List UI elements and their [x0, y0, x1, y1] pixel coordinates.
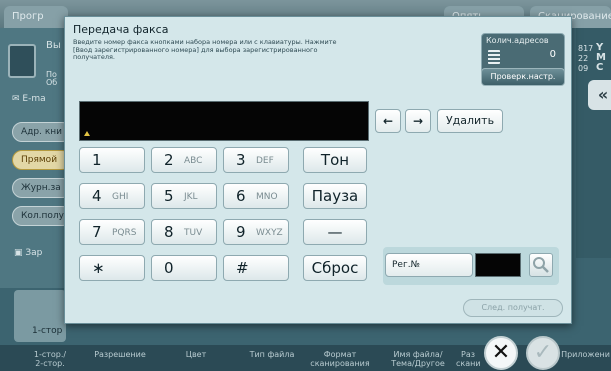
counter-2: 22 [578, 54, 589, 63]
pause-button[interactable]: Пауза [303, 183, 367, 209]
tab-programs[interactable]: Прогр [4, 6, 68, 28]
address-count-value: 0 [549, 49, 556, 60]
key-digit: 1 [92, 151, 102, 169]
key-digit: 2 [164, 151, 174, 169]
key-8[interactable]: 8 TUV [151, 219, 217, 245]
fax-dialog: Передача факса Введите номер факса кнопк… [64, 16, 572, 324]
email-label[interactable]: ✉ E-ma [12, 94, 46, 104]
address-count-label: Колич.адресов [486, 36, 549, 45]
key-digit: ∗ [92, 259, 105, 277]
key-letters: PQRS [112, 228, 137, 238]
key-7[interactable]: 7 PQRS [79, 219, 145, 245]
mail-icon: ✉ [12, 94, 23, 104]
reset-button[interactable]: Сброс [303, 255, 367, 281]
bottom-resolution[interactable]: Разрешение [90, 350, 150, 359]
counter-3: 09 [578, 64, 589, 73]
check-settings-button[interactable]: Проверк.настр. [481, 68, 565, 86]
key-digit: 5 [164, 187, 174, 205]
save-icon: ▣ [14, 248, 26, 258]
next-recipient-button[interactable]: След. получат. [463, 299, 563, 317]
bottom-file-name[interactable]: Имя файла/ Тема/Другое [384, 350, 452, 368]
key-letters: GHI [112, 192, 129, 202]
bottom-duplex[interactable]: 1-стор./ 2-стор. [28, 350, 72, 368]
counter-1: 817 [578, 44, 594, 53]
recipient-count-button[interactable]: Кол.полу [12, 206, 72, 226]
tone-label: Тон [320, 151, 350, 169]
key-digit: 0 [164, 259, 174, 277]
key-hash[interactable]: # [223, 255, 289, 281]
dash-button[interactable]: — [303, 219, 367, 245]
duplex-label: 1-стор [32, 326, 63, 336]
key-4[interactable]: 4 GHI [79, 183, 145, 209]
dialog-instructions: Введите номер факса кнопками набора номе… [73, 38, 337, 61]
toner-c: C [596, 62, 604, 73]
address-book-button[interactable]: Адр. кни [12, 122, 72, 142]
key-digit: 3 [236, 151, 246, 169]
key-2[interactable]: 2 ABC [151, 147, 217, 173]
collapse-panel-button[interactable]: « [588, 80, 611, 110]
save-button[interactable]: ▣ Зар [14, 248, 42, 258]
key-letters: DEF [256, 156, 274, 166]
key-letters: MNO [256, 192, 278, 202]
arrow-right-icon: → [412, 114, 424, 128]
key-5[interactable]: 5 JKL [151, 183, 217, 209]
key-1[interactable]: 1 [79, 147, 145, 173]
key-digit: # [236, 259, 249, 277]
cursor-left-button[interactable]: ← [375, 109, 401, 133]
tone-button[interactable]: Тон [303, 147, 367, 173]
key-letters: TUV [184, 228, 203, 238]
key-letters: JKL [184, 192, 198, 202]
bottom-file-type[interactable]: Тип файла [244, 350, 300, 359]
cancel-button[interactable]: ✕ [484, 336, 518, 370]
key-digit: 9 [236, 223, 246, 241]
search-button[interactable] [529, 253, 553, 277]
delete-button[interactable]: Удалить [437, 109, 503, 133]
reset-label: Сброс [311, 259, 359, 277]
dash-label: — [327, 223, 343, 241]
side-line-2: Об [46, 78, 58, 87]
key-3[interactable]: 3 DEF [223, 147, 289, 173]
ok-button[interactable]: ✓ [526, 336, 560, 370]
key-letters: ABC [184, 156, 203, 166]
side-title: Вы [46, 40, 61, 51]
pause-label: Пауза [311, 187, 359, 205]
cursor-right-button[interactable]: → [405, 109, 431, 133]
key-digit: 8 [164, 223, 174, 241]
key-0[interactable]: 0 [151, 255, 217, 281]
search-icon [533, 257, 549, 273]
fax-number-display[interactable] [79, 101, 369, 141]
check-icon: ✓ [533, 340, 553, 365]
job-log-button[interactable]: Журн.за [12, 178, 72, 198]
key-digit: 4 [92, 187, 102, 205]
bottom-separate[interactable]: Раз скани [456, 350, 481, 368]
bottom-color[interactable]: Цвет [176, 350, 216, 359]
bottom-scan-format[interactable]: Формат сканирования [310, 350, 370, 368]
input-cursor-icon [84, 131, 90, 136]
key-letters: WXYZ [256, 228, 283, 238]
key-digit: 6 [236, 187, 246, 205]
key-9[interactable]: 9 WXYZ [223, 219, 289, 245]
document-icon [8, 44, 36, 78]
close-icon: ✕ [491, 340, 511, 365]
direct-input-button[interactable]: Прямой [12, 150, 72, 170]
key-6[interactable]: 6 MNO [223, 183, 289, 209]
registered-number-field[interactable] [475, 253, 521, 277]
list-icon [488, 50, 500, 64]
dialog-title: Передача факса [73, 23, 169, 36]
bottom-application[interactable]: Приложени [560, 350, 611, 359]
key-star[interactable]: ∗ [79, 255, 145, 281]
arrow-left-icon: ← [382, 114, 394, 128]
registered-number-button[interactable]: Рег.№ [385, 253, 473, 277]
key-digit: 7 [92, 223, 102, 241]
double-chevron-left-icon: « [597, 85, 609, 104]
